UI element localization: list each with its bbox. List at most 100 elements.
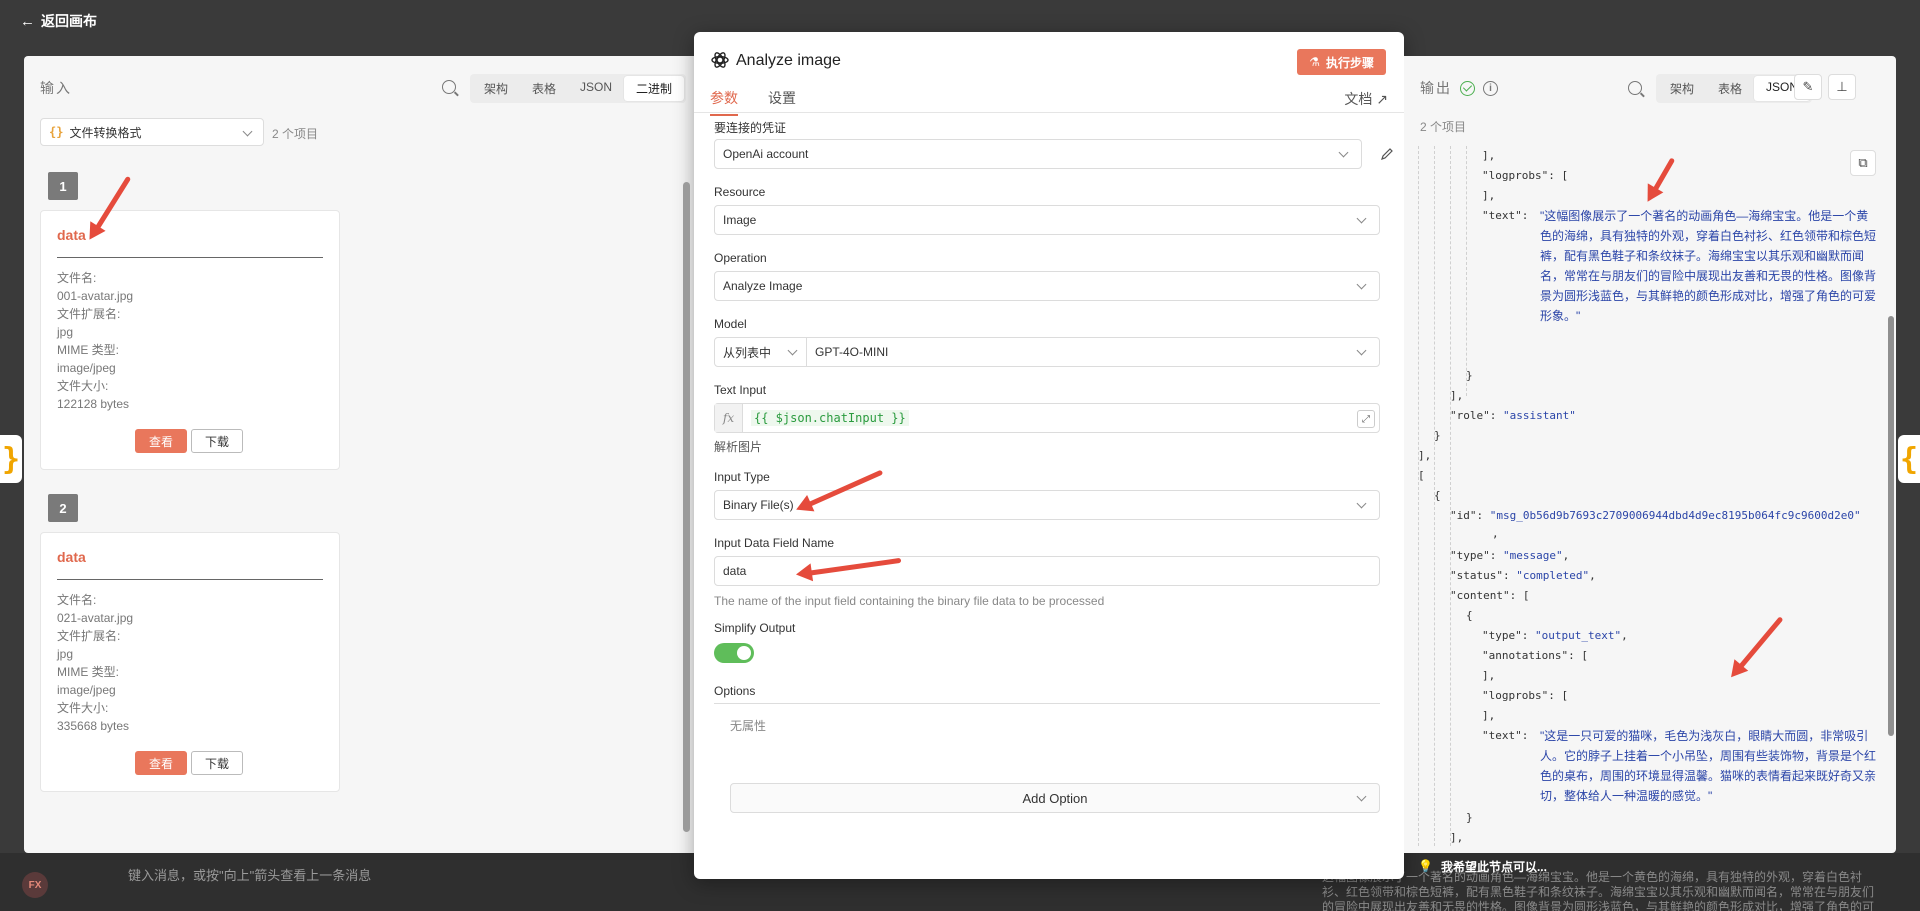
execute-step-button[interactable]: ⚗ 执行步骤 xyxy=(1297,49,1386,75)
docs-link[interactable]: 文档 ↗ xyxy=(1344,89,1388,109)
back-to-canvas-link[interactable]: ← 返回画布 xyxy=(20,11,97,31)
json-line: "annotations": [ xyxy=(1482,649,1588,662)
model-mode-select[interactable]: 从列表中 xyxy=(715,338,807,366)
resource-select[interactable]: Image xyxy=(714,205,1380,235)
json-key: "text": xyxy=(1482,209,1529,222)
size-label: 文件大小: xyxy=(57,701,109,715)
tab-table[interactable]: 表格 xyxy=(520,76,568,101)
mime-label: MIME 类型: xyxy=(57,665,119,679)
field-name-hint: The name of the input field containing t… xyxy=(714,594,1105,608)
item-index-badge: 2 xyxy=(48,494,78,522)
parameters-scrollbar[interactable] xyxy=(683,182,690,832)
tab-table[interactable]: 表格 xyxy=(1706,76,1754,101)
node-select[interactable]: {} 文件转换格式 xyxy=(40,118,264,146)
tab-schema[interactable]: 架构 xyxy=(1658,76,1706,101)
field-name-label: Input Data Field Name xyxy=(714,536,835,550)
tab-schema[interactable]: 架构 xyxy=(472,76,520,101)
simplify-output-toggle[interactable] xyxy=(714,643,754,663)
options-label: Options xyxy=(714,684,756,698)
node-hint-bar[interactable]: 💡 我希望此节点可以... xyxy=(1404,853,1704,879)
credential-select[interactable]: OpenAi account xyxy=(714,139,1362,169)
model-label: Model xyxy=(714,317,747,331)
json-key: "logprobs": xyxy=(1482,169,1555,182)
json-line: "type": "output_text", xyxy=(1482,629,1628,642)
edit-output-button[interactable]: ✎ xyxy=(1794,74,1822,100)
binary-item-card: data 文件名: 021-avatar.jpg 文件扩展名: jpg MIME… xyxy=(40,532,340,792)
node-title[interactable]: Analyze image xyxy=(736,52,841,70)
size-value: 335668 bytes xyxy=(57,719,130,733)
json-line: } xyxy=(1434,429,1441,442)
json-line: "logprobs": [ xyxy=(1482,169,1569,182)
json-line: ], xyxy=(1482,149,1496,162)
output-view-tabs: 架构 表格 JSON xyxy=(1656,74,1813,103)
json-line: "status": "completed", xyxy=(1450,569,1596,582)
success-check-icon xyxy=(1460,80,1475,96)
pin-data-button[interactable]: ⊥ xyxy=(1828,74,1856,100)
view-button[interactable]: 查看 xyxy=(135,751,187,775)
avatar: FX xyxy=(22,872,48,898)
search-icon[interactable] xyxy=(442,80,456,94)
download-button[interactable]: 下载 xyxy=(191,429,243,453)
expand-expression-icon[interactable]: ⤢ xyxy=(1357,410,1375,428)
ext-label: 文件扩展名: xyxy=(57,307,121,321)
flask-icon: ⚗ xyxy=(1309,55,1320,69)
model-value-select[interactable]: GPT-4O-MINI xyxy=(807,338,1379,366)
add-option-label: Add Option xyxy=(1022,790,1088,806)
output-node-handle-icon[interactable]: { xyxy=(1898,435,1920,483)
json-line: "type": "message", xyxy=(1450,549,1570,562)
operation-select[interactable]: Analyze Image xyxy=(714,271,1380,301)
chat-input[interactable]: 键入消息，或按"向上"箭头查看上一条消息 xyxy=(128,865,371,884)
parameters-scroll: 要连接的凭证 OpenAi account Resource Image Ope… xyxy=(694,113,1404,879)
field-name-value: data xyxy=(723,564,747,578)
input-type-value: Binary File(s) xyxy=(723,498,794,512)
indent-guide xyxy=(1418,146,1419,846)
expression-code: {{ $json.chatInput }} xyxy=(751,410,909,426)
input-panel-title: 输入 xyxy=(40,80,72,96)
tab-json[interactable]: JSON xyxy=(568,76,624,101)
search-icon[interactable] xyxy=(1628,81,1642,95)
json-key: "annotations": xyxy=(1482,649,1575,662)
download-button[interactable]: 下载 xyxy=(191,751,243,775)
json-string: "assistant" xyxy=(1502,409,1576,422)
ext-label: 文件扩展名: xyxy=(57,629,121,643)
pin-icon: ⊥ xyxy=(1836,79,1848,94)
resource-value: Image xyxy=(723,213,757,227)
output-scrollbar[interactable] xyxy=(1888,316,1894,736)
tab-binary[interactable]: 二进制 xyxy=(624,76,685,101)
arrow-left-icon: ← xyxy=(20,12,35,30)
binary-item-meta: 文件名: 001-avatar.jpg 文件扩展名: jpg MIME 类型: … xyxy=(57,269,133,413)
json-key: "type": xyxy=(1482,629,1529,642)
json-line: ], xyxy=(1482,669,1496,682)
output-header: 输出 i xyxy=(1420,78,1498,98)
model-select: 从列表中 GPT-4O-MINI xyxy=(714,337,1380,367)
chevron-down-icon xyxy=(1356,791,1367,802)
size-label: 文件大小: xyxy=(57,379,109,393)
text-input-expression[interactable]: fx {{ $json.chatInput }} ⤢ xyxy=(714,403,1380,433)
chevron-down-icon xyxy=(1356,498,1367,509)
operation-label: Operation xyxy=(714,251,767,265)
input-node-handle-icon[interactable]: } xyxy=(0,435,22,483)
openai-icon xyxy=(711,52,729,68)
file-name-label: 文件名: xyxy=(57,271,97,285)
file-name-value: 021-avatar.jpg xyxy=(57,611,134,625)
expression-result: 解析图片 xyxy=(714,440,763,454)
pencil-icon[interactable] xyxy=(1380,147,1394,161)
item-count: 2 个项目 xyxy=(272,127,319,141)
item-index-badge: 1 xyxy=(48,172,78,200)
json-string: "msg_0b56d9b7693c2709006944dbd4d9ec8195b… xyxy=(1489,509,1861,522)
mime-value: image/jpeg xyxy=(57,683,116,697)
json-line: ], xyxy=(1482,189,1496,202)
no-properties-label: 无属性 xyxy=(730,719,767,733)
indent-guide xyxy=(1450,146,1451,846)
back-label: 返回画布 xyxy=(41,13,97,29)
chevron-down-icon xyxy=(1338,147,1349,158)
add-option-button[interactable]: Add Option xyxy=(730,783,1380,813)
json-line: "content": [ xyxy=(1450,589,1530,602)
mime-label: MIME 类型: xyxy=(57,343,119,357)
json-key: "status": xyxy=(1450,569,1510,582)
info-icon[interactable]: i xyxy=(1483,80,1498,96)
json-text-value: "这是一只可爱的猫咪，毛色为浅灰白，眼睛大而圆，非常吸引人。它的脖子上挂着一个小… xyxy=(1540,729,1877,803)
view-button[interactable]: 查看 xyxy=(135,429,187,453)
options-divider xyxy=(714,703,1380,704)
pencil-icon: ✎ xyxy=(1802,79,1814,94)
